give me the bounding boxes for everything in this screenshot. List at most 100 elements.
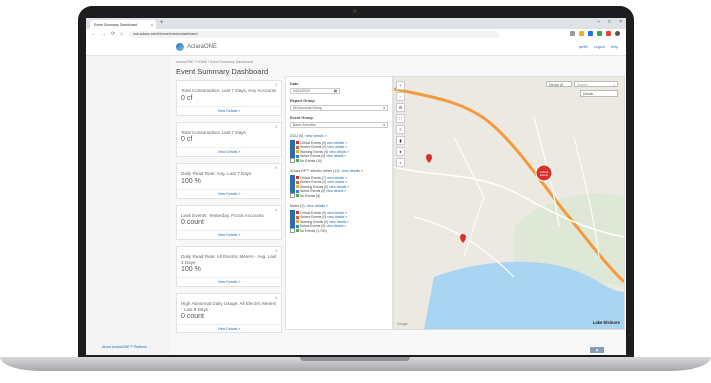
summary-card: ⨯ Daily Read Rate: All Electric Meters -… xyxy=(176,246,282,287)
event-group-label: Event Group xyxy=(290,116,313,120)
card-value: 0 count xyxy=(181,313,204,320)
extension-icon[interactable] xyxy=(588,31,593,36)
place-label: Lake Elsinore xyxy=(592,320,620,325)
event-group-value: Base Overview xyxy=(293,123,316,127)
view-details-link[interactable]: view details » xyxy=(305,134,327,138)
card-value: 100 % xyxy=(181,266,201,273)
view-details-link[interactable]: view details » xyxy=(326,154,346,158)
event-filter-label: No Events (6) xyxy=(300,193,321,198)
close-icon[interactable]: ⨯ xyxy=(275,124,278,129)
details-select[interactable]: Details xyxy=(580,90,618,97)
map-panel[interactable]: + − ⚙ ⛶ ≡ ▮ ● ◐ Device ID Search ⌕ Detai… xyxy=(393,76,625,330)
section-title: DCU (0) xyxy=(290,134,304,138)
browser-tab[interactable]: Event Summary Dashboard × xyxy=(90,20,156,29)
share-icon[interactable] xyxy=(570,31,575,36)
layers-icon[interactable]: ≡ xyxy=(396,125,405,134)
summary-card: ⨯ Leak Events: Yesterday, Focus Accounts… xyxy=(176,204,282,240)
close-icon[interactable]: ⨯ xyxy=(275,248,278,253)
profile-avatar[interactable] xyxy=(615,31,620,36)
close-icon[interactable]: ⨯ xyxy=(275,82,278,87)
filter-panel: Date 04/11/2022 ▦ Report Group All Accou… xyxy=(285,76,393,330)
summary-card: ⨯ Daily Read Rate: Avg. Last 7 Days 100 … xyxy=(176,163,282,199)
report-group-label: Report Group xyxy=(290,99,315,103)
view-details-link[interactable]: View Details » xyxy=(177,147,281,156)
logout-link[interactable]: Logout xyxy=(594,45,605,49)
event-color-swatch xyxy=(296,189,299,193)
star-icon[interactable] xyxy=(579,31,584,36)
user-link[interactable]: jsmith xyxy=(579,45,588,49)
view-details-link[interactable]: View Details » xyxy=(177,105,281,115)
map-attribution: Google xyxy=(397,322,408,326)
user-menu: jsmith Logout Help xyxy=(579,45,618,49)
view-details-link[interactable]: View Details » xyxy=(177,188,281,198)
search-icon[interactable]: ⌕ xyxy=(613,82,615,88)
view-details-link[interactable]: View Details » xyxy=(177,324,281,332)
event-color-swatch xyxy=(296,215,299,219)
trash-icon[interactable]: ▮ xyxy=(396,136,405,145)
screen: Event Summary Dashboard × + – □ × ← → ⟳ … xyxy=(86,18,626,355)
maximize-button[interactable]: □ xyxy=(608,19,611,25)
calendar-icon[interactable]: ▦ xyxy=(334,89,337,94)
view-details-link[interactable]: View Details » xyxy=(177,230,281,239)
close-icon[interactable]: ⨯ xyxy=(275,295,278,300)
about-platform-link[interactable]: About AclaraONE™ Platform xyxy=(102,345,147,349)
minimize-button[interactable]: – xyxy=(597,19,600,25)
settings-icon[interactable]: ⚙ xyxy=(396,103,405,112)
marker-icon[interactable]: ● xyxy=(396,147,405,156)
scroll-to-top-button[interactable]: ▲ xyxy=(590,347,604,353)
app-logo[interactable]: AclaraONE xyxy=(176,43,217,51)
view-details-link[interactable]: view details » xyxy=(342,169,364,173)
report-group-value: All Accounts Group xyxy=(293,106,322,110)
summary-cards: ⨯ Total Consumption: Last 7 Days, Key Ac… xyxy=(176,80,282,339)
zoom-out-icon[interactable]: − xyxy=(396,92,405,101)
view-details-link[interactable]: View Details » xyxy=(177,277,281,286)
home-icon[interactable]: ⌂ xyxy=(120,31,123,37)
summary-card: ⨯ Total Consumption: Last 7 Days 0 cf Vi… xyxy=(176,121,282,157)
date-input[interactable]: 04/11/2022 ▦ xyxy=(290,88,340,94)
map-toolbar: + − ⚙ ⛶ ≡ ▮ ● ◐ xyxy=(396,81,405,167)
help-link[interactable]: Help xyxy=(611,45,618,49)
checkbox[interactable] xyxy=(290,158,295,164)
url-text: usk.aclara.one/#/home/events/dashboard xyxy=(133,32,198,36)
event-group-select[interactable]: Base Overview ▾ xyxy=(290,122,388,128)
event-color-swatch xyxy=(296,220,299,224)
checkbox[interactable] xyxy=(290,228,295,234)
card-title: Total Consumption: Last 7 Days, Key Acco… xyxy=(181,88,277,93)
webcam xyxy=(353,9,357,13)
window-controls: – □ × xyxy=(597,19,622,25)
event-color-swatch xyxy=(296,180,299,184)
zoom-in-icon[interactable]: + xyxy=(396,81,405,90)
fullscreen-icon[interactable]: ⛶ xyxy=(396,114,405,123)
back-icon[interactable]: ← xyxy=(91,31,96,37)
url-field[interactable]: usk.aclara.one/#/home/events/dashboard xyxy=(129,30,500,38)
map-canvas[interactable] xyxy=(394,77,624,329)
filter-section-heading: DCU (0) view details » xyxy=(290,134,327,138)
tab-title: Event Summary Dashboard xyxy=(94,22,137,27)
close-icon[interactable]: ⨯ xyxy=(275,165,278,170)
card-value: 100 % xyxy=(181,177,201,185)
filter-section-heading: Meter (0) view details » xyxy=(290,204,328,208)
event-color-swatch xyxy=(296,211,299,214)
close-window-button[interactable]: × xyxy=(619,19,622,25)
extension-icon[interactable] xyxy=(597,31,602,36)
extension-icon[interactable] xyxy=(606,31,611,36)
card-value: 0 cf xyxy=(181,94,193,102)
event-color-swatch xyxy=(296,145,299,149)
view-details-link[interactable]: view details » xyxy=(307,204,329,208)
checkbox[interactable] xyxy=(290,193,295,199)
event-color-swatch xyxy=(296,154,299,158)
map-search-input[interactable]: Search ⌕ xyxy=(574,81,618,87)
view-details-link[interactable]: view details » xyxy=(326,224,346,228)
main-content: AclaraONE / HOME / Event Summary Dashboa… xyxy=(170,56,626,355)
card-value: 0 cf xyxy=(181,136,193,143)
locate-icon[interactable]: ◐ xyxy=(396,158,405,167)
tab-close-icon[interactable]: × xyxy=(151,23,153,27)
reload-icon[interactable]: ⟳ xyxy=(111,31,115,37)
close-icon[interactable]: ⨯ xyxy=(275,207,278,212)
report-group-select[interactable]: All Accounts Group ▾ xyxy=(290,105,388,111)
card-title: Total Consumption: Last 7 Days xyxy=(181,129,246,135)
new-tab-button[interactable]: + xyxy=(160,20,164,26)
forward-icon[interactable]: → xyxy=(101,31,106,37)
search-type-select[interactable]: Device ID xyxy=(546,81,572,87)
view-details-link[interactable]: view details » xyxy=(326,189,346,193)
